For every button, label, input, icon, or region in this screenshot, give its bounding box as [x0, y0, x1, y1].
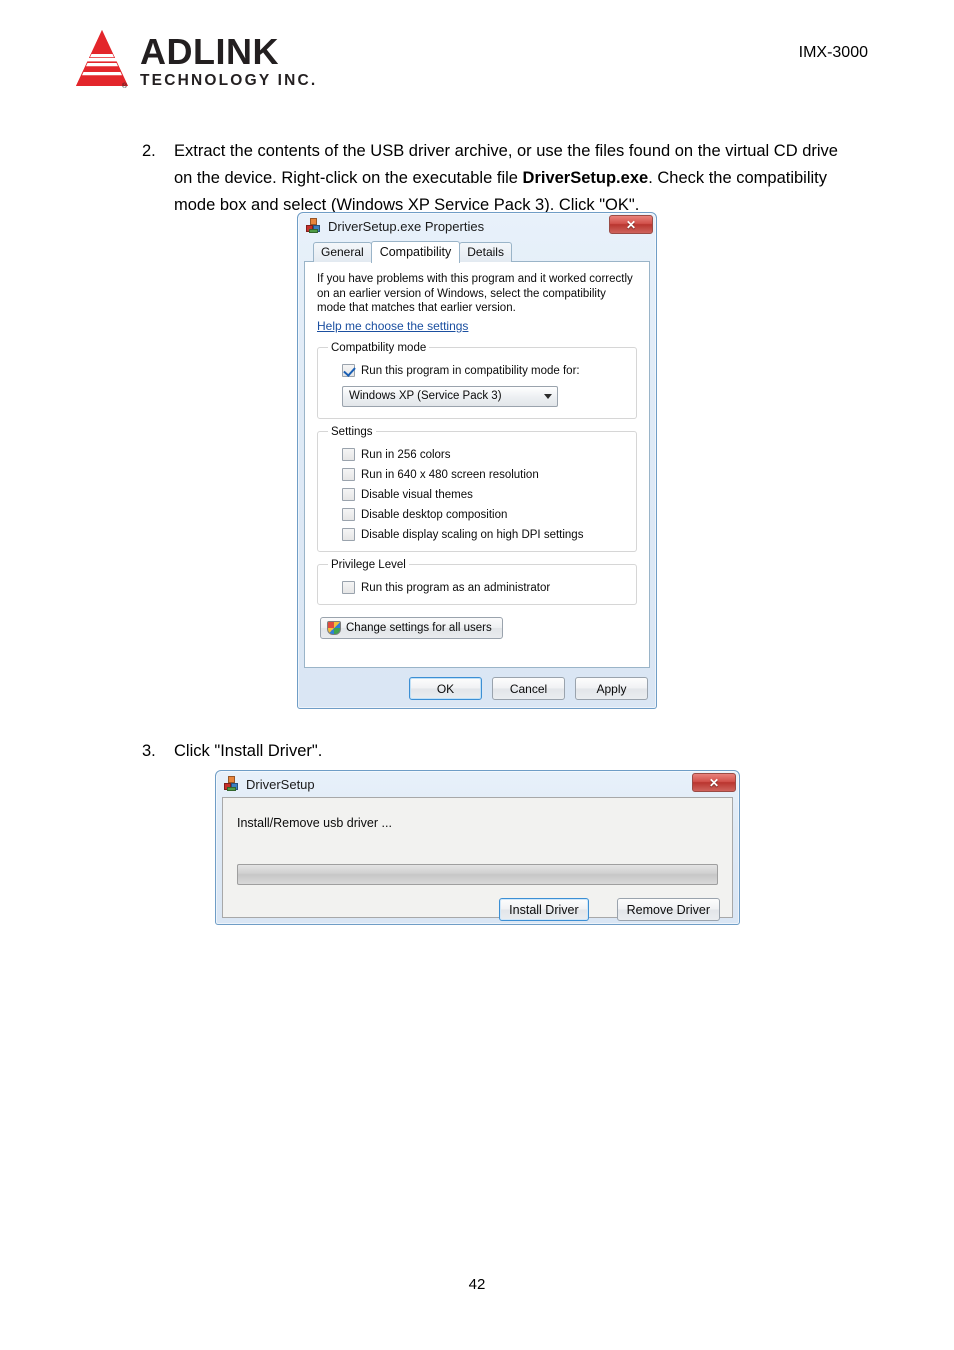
apply-button[interactable]: Apply: [575, 677, 648, 700]
setting-row-desktop-composition[interactable]: Disable desktop composition: [342, 508, 626, 522]
disable-visual-themes-label: Disable visual themes: [361, 488, 473, 501]
driversetup-title-bar[interactable]: DriverSetup ✕: [216, 771, 739, 797]
tab-general[interactable]: General: [313, 242, 372, 262]
step-text: Click "Install Driver".: [174, 742, 323, 760]
compatibility-intro-text: If you have problems with this program a…: [317, 273, 633, 314]
run-256-colors-label: Run in 256 colors: [361, 448, 451, 461]
step-item-2: 2. Extract the contents of the USB drive…: [142, 138, 844, 219]
run-compatibility-mode-row[interactable]: Run this program in compatibility mode f…: [342, 364, 626, 378]
compatibility-tab-panel: If you have problems with this program a…: [304, 261, 650, 668]
driversetup-dialog[interactable]: DriverSetup ✕ Install/Remove usb driver …: [215, 770, 740, 925]
close-icon[interactable]: ✕: [609, 215, 653, 234]
setting-row-visual-themes[interactable]: Disable visual themes: [342, 488, 626, 502]
app-blocks-icon: [224, 776, 240, 792]
run-640x480-label: Run in 640 x 480 screen resolution: [361, 468, 539, 481]
step-item-3: 3. Click "Install Driver".: [142, 738, 844, 765]
page-number: 42: [468, 1276, 486, 1293]
help-me-choose-link[interactable]: Help me choose the settings: [317, 319, 468, 333]
change-settings-all-users-button[interactable]: Change settings for all users: [320, 616, 503, 639]
run-as-administrator-label: Run this program as an administrator: [361, 581, 551, 594]
driversetup-title-text: DriverSetup: [246, 776, 315, 792]
disable-desktop-composition-label: Disable desktop composition: [361, 508, 508, 521]
setting-row-dpi-scaling[interactable]: Disable display scaling on high DPI sett…: [342, 528, 626, 542]
step-number: 2.: [142, 142, 156, 160]
compatibility-mode-group: Compatbility mode Run this program in co…: [317, 341, 637, 419]
settings-group: Settings Run in 256 colors Run in 640 x …: [317, 425, 637, 552]
driversetup-body: Install/Remove usb driver ... Install Dr…: [222, 797, 733, 921]
tab-details[interactable]: Details: [459, 242, 512, 262]
adlink-triangle-logo-icon: ®: [74, 28, 130, 90]
change-settings-all-users-label: Change settings for all users: [346, 621, 492, 634]
settings-legend: Settings: [331, 425, 373, 438]
disable-dpi-scaling-label: Disable display scaling on high DPI sett…: [361, 528, 584, 541]
run-compatibility-mode-checkbox[interactable]: [342, 364, 355, 377]
privilege-level-legend: Privilege Level: [331, 558, 406, 571]
compatibility-mode-legend: Compatbility mode: [331, 341, 427, 354]
disable-visual-themes-checkbox[interactable]: [342, 488, 355, 501]
privilege-level-group: Privilege Level Run this program as an a…: [317, 558, 637, 605]
disable-dpi-scaling-checkbox[interactable]: [342, 528, 355, 541]
properties-dialog-body: General Compatibility Details If you hav…: [304, 241, 650, 668]
cancel-button[interactable]: Cancel: [492, 677, 565, 700]
app-blocks-icon: [306, 218, 322, 234]
properties-title-text: DriverSetup.exe Properties: [328, 218, 485, 234]
properties-title-bar[interactable]: DriverSetup.exe Properties ✕: [298, 213, 656, 239]
ok-button[interactable]: OK: [409, 677, 482, 700]
driversetup-properties-dialog[interactable]: DriverSetup.exe Properties ✕ General Com…: [297, 212, 657, 709]
properties-tabstrip: General Compatibility Details: [304, 241, 650, 263]
compatibility-os-selected-value: Windows XP (Service Pack 3): [349, 390, 502, 402]
close-icon[interactable]: ✕: [692, 773, 736, 792]
run-as-administrator-row[interactable]: Run this program as an administrator: [342, 581, 626, 595]
run-as-administrator-checkbox[interactable]: [342, 581, 355, 594]
step-text: Extract the contents of the USB driver a…: [174, 138, 844, 219]
step-number: 3.: [142, 742, 156, 760]
adlink-wordmark: ADLINK TECHNOLOGY INC.: [140, 30, 318, 89]
adlink-logo: ® ADLINK TECHNOLOGY INC.: [74, 28, 317, 90]
tab-compatibility[interactable]: Compatibility: [370, 241, 461, 263]
remove-driver-button[interactable]: Remove Driver: [616, 898, 720, 921]
install-driver-button[interactable]: Install Driver: [499, 898, 589, 921]
step-text-bold: DriverSetup.exe: [522, 169, 649, 187]
chevron-down-icon: [544, 393, 552, 399]
properties-dialog-buttons: OK Cancel Apply: [409, 677, 648, 700]
driversetup-status-text: Install/Remove usb driver ...: [237, 816, 392, 830]
adlink-wordmark-sub: TECHNOLOGY INC.: [140, 71, 318, 89]
setting-row-640x480[interactable]: Run in 640 x 480 screen resolution: [342, 468, 626, 482]
driversetup-buttons: Install Driver Remove Driver: [499, 898, 720, 921]
shield-icon: [327, 620, 341, 635]
run-640x480-checkbox[interactable]: [342, 468, 355, 481]
disable-desktop-composition-checkbox[interactable]: [342, 508, 355, 521]
run-256-colors-checkbox[interactable]: [342, 448, 355, 461]
adlink-wordmark-main: ADLINK: [140, 30, 279, 72]
setting-row-256-colors[interactable]: Run in 256 colors: [342, 448, 626, 462]
compatibility-os-select[interactable]: Windows XP (Service Pack 3): [342, 385, 558, 407]
run-compatibility-mode-label: Run this program in compatibility mode f…: [361, 364, 580, 377]
page-header: ® ADLINK TECHNOLOGY INC. IMX-3000: [0, 0, 954, 120]
driversetup-progress-bar: [237, 864, 718, 885]
document-model-name: IMX-3000: [798, 44, 868, 61]
svg-text:®: ®: [122, 82, 128, 90]
